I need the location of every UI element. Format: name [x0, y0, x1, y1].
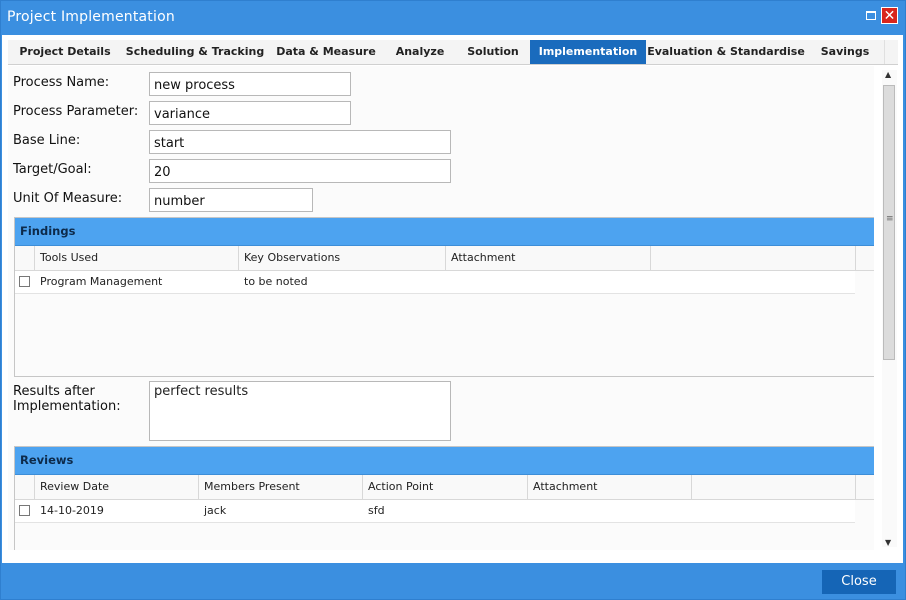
close-icon[interactable]: ✕ — [881, 7, 898, 24]
scroll-thumb[interactable]: ≡ — [883, 85, 895, 360]
scroll-up-arrow-icon[interactable]: ▲ — [885, 70, 891, 79]
base-line-label: Base Line: — [13, 133, 81, 148]
tab-evaluation-standardise[interactable]: Evaluation & Standardise — [646, 40, 807, 64]
target-goal-label: Target/Goal: — [13, 162, 92, 177]
reviews-col-members-present[interactable]: Members Present — [199, 475, 363, 499]
target-goal-input[interactable]: 20 — [149, 159, 451, 183]
reviews-attachment-cell[interactable] — [528, 500, 692, 522]
findings-col-extra — [651, 246, 856, 270]
reviews-action-point-cell: sfd — [368, 504, 385, 517]
row-checkbox[interactable] — [19, 505, 30, 516]
reviews-review-date-cell: 14-10-2019 — [40, 504, 104, 517]
findings-grid-header: Tools Used Key Observations Attachment — [15, 246, 874, 271]
dialog-content: Project Details Scheduling & Tracking Da… — [2, 35, 903, 563]
findings-panel: Findings Tools Used Key Observations Att… — [14, 217, 874, 377]
tab-analyze[interactable]: Analyze — [384, 40, 457, 64]
vertical-scrollbar[interactable]: ▲ ≡ ▼ — [882, 70, 897, 547]
findings-key-observations-cell: to be noted — [244, 275, 308, 288]
reviews-title: Reviews — [15, 447, 874, 475]
results-textarea[interactable]: perfect results — [149, 381, 451, 441]
maximize-icon[interactable] — [865, 9, 877, 21]
tab-implementation[interactable]: Implementation — [530, 40, 647, 64]
findings-tools-used-cell: Program Management — [40, 275, 163, 288]
base-line-input[interactable]: start — [149, 130, 451, 154]
project-implementation-dialog: Project Implementation ✕ Project Details… — [0, 0, 906, 600]
reviews-select-column — [15, 475, 35, 499]
findings-col-tools-used[interactable]: Tools Used — [35, 246, 239, 270]
tab-solution[interactable]: Solution — [456, 40, 531, 64]
findings-select-column — [15, 246, 35, 270]
unit-of-measure-label: Unit Of Measure: — [13, 191, 123, 206]
reviews-panel: Reviews Review Date Members Present Acti… — [14, 446, 874, 550]
row-checkbox[interactable] — [19, 276, 30, 287]
table-row[interactable]: Program Management to be noted — [15, 271, 855, 294]
reviews-members-present-cell: jack — [204, 504, 227, 517]
process-parameter-input[interactable]: variance — [149, 101, 351, 125]
reviews-col-attachment[interactable]: Attachment — [528, 475, 692, 499]
grip-icon: ≡ — [886, 214, 894, 224]
process-parameter-label: Process Parameter: — [13, 104, 139, 119]
reviews-col-action-point[interactable]: Action Point — [363, 475, 528, 499]
tab-project-details[interactable]: Project Details — [8, 40, 123, 64]
reviews-grid-header: Review Date Members Present Action Point… — [15, 475, 874, 500]
results-label-line1: Results after — [13, 384, 95, 399]
findings-attachment-cell[interactable] — [446, 271, 651, 293]
findings-col-key-observations[interactable]: Key Observations — [239, 246, 446, 270]
window-title: Project Implementation — [7, 9, 175, 25]
process-name-input[interactable]: new process — [149, 72, 351, 96]
tab-data-measure[interactable]: Data & Measure — [268, 40, 385, 64]
reviews-col-extra — [692, 475, 856, 499]
tab-scheduling-tracking[interactable]: Scheduling & Tracking — [122, 40, 269, 64]
unit-of-measure-input[interactable]: number — [149, 188, 313, 212]
results-label-line2: Implementation: — [13, 399, 121, 414]
table-row[interactable]: 14-10-2019 jack sfd — [15, 500, 855, 523]
implementation-form: Process Name: new process Process Parame… — [8, 66, 874, 550]
findings-col-attachment[interactable]: Attachment — [446, 246, 651, 270]
title-bar[interactable]: Project Implementation ✕ — [1, 1, 905, 33]
results-label: Results after Implementation: — [13, 384, 121, 414]
close-button[interactable]: Close — [822, 570, 896, 594]
process-name-label: Process Name: — [13, 75, 110, 90]
tab-bar: Project Details Scheduling & Tracking Da… — [8, 40, 898, 65]
scroll-down-arrow-icon[interactable]: ▼ — [885, 538, 891, 547]
tab-savings[interactable]: Savings — [806, 40, 885, 64]
reviews-col-review-date[interactable]: Review Date — [35, 475, 199, 499]
findings-title: Findings — [15, 218, 874, 246]
